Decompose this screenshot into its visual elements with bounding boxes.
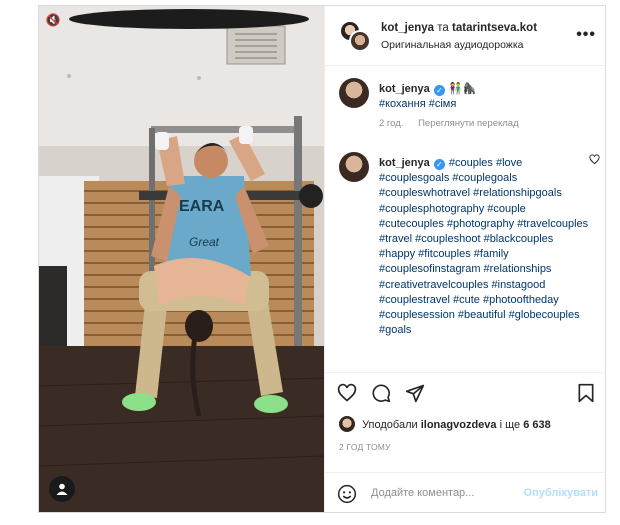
svg-text:Great: Great	[189, 235, 220, 249]
post-video[interactable]: EARA Great 🔇	[39, 6, 324, 512]
share-icon[interactable]	[405, 383, 425, 403]
user-tag-button[interactable]	[49, 476, 75, 502]
likes-count[interactable]: 6 638	[523, 419, 551, 431]
avatar	[339, 416, 355, 432]
verified-icon: ✓	[433, 159, 445, 170]
mute-icon[interactable]: 🔇	[44, 11, 62, 29]
comment-username[interactable]: kot_jenya	[379, 83, 430, 95]
post-header: kot_jenya та tatarintseva.kot Оригинальн…	[325, 6, 605, 66]
comment-list: kot_jenya ✓ 👫🦍 #кохання #сімя 2 год. Пер…	[325, 66, 605, 366]
comment-icon[interactable]	[371, 383, 391, 403]
post-timestamp: 2 ГОД ТОМУ	[339, 442, 391, 452]
verified-icon: ✓	[433, 85, 445, 96]
comment-time: 2 год.	[379, 118, 404, 130]
avatar[interactable]	[339, 152, 369, 182]
save-icon[interactable]	[577, 383, 595, 403]
user-tag-icon	[56, 483, 68, 495]
likes-suffix: і ще	[499, 419, 521, 431]
audio-link[interactable]: Оригинальная аудиодорожка	[381, 39, 523, 51]
post-sidebar: kot_jenya та tatarintseva.kot Оригинальн…	[324, 6, 605, 512]
caption-hashtags[interactable]: #кохання #сімя	[379, 97, 591, 112]
caption-emoji: 👫🦍	[448, 83, 477, 95]
post-dialog: EARA Great 🔇 kot_jenya та tatarintseva.k…	[38, 5, 606, 513]
liker-link[interactable]: ilonagvozdeva	[421, 419, 497, 431]
emoji-icon[interactable]	[337, 484, 357, 504]
author-link[interactable]: tatarintseva.kot	[452, 22, 537, 34]
heart-icon[interactable]	[337, 383, 357, 403]
avatar[interactable]	[339, 78, 369, 108]
comment-username[interactable]: kot_jenya	[379, 157, 430, 169]
author-link[interactable]: kot_jenya	[381, 22, 434, 34]
redaction-bar	[69, 9, 309, 29]
post-comment-button[interactable]: Опублікувати	[524, 487, 598, 499]
more-icon[interactable]: •••	[576, 26, 596, 44]
avatar[interactable]	[349, 30, 371, 52]
likes-summary: Уподобали ilonagvozdeva і ще 6 638	[339, 416, 551, 432]
post-authors: kot_jenya та tatarintseva.kot	[381, 22, 537, 34]
author-conjunction: та	[437, 22, 449, 34]
heart-icon[interactable]	[589, 154, 600, 165]
translate-link[interactable]: Переглянути переклад	[418, 118, 519, 129]
action-bar	[325, 372, 605, 412]
comment-hashtags[interactable]: #couples #love #couplesgoals #couplegoal…	[379, 157, 588, 336]
svg-text:EARA: EARA	[179, 198, 225, 215]
comment-input[interactable]	[371, 481, 511, 505]
add-comment-bar: Опублікувати	[325, 472, 605, 512]
likes-prefix: Уподобали	[362, 419, 418, 431]
video-frame: EARA Great	[39, 6, 324, 512]
